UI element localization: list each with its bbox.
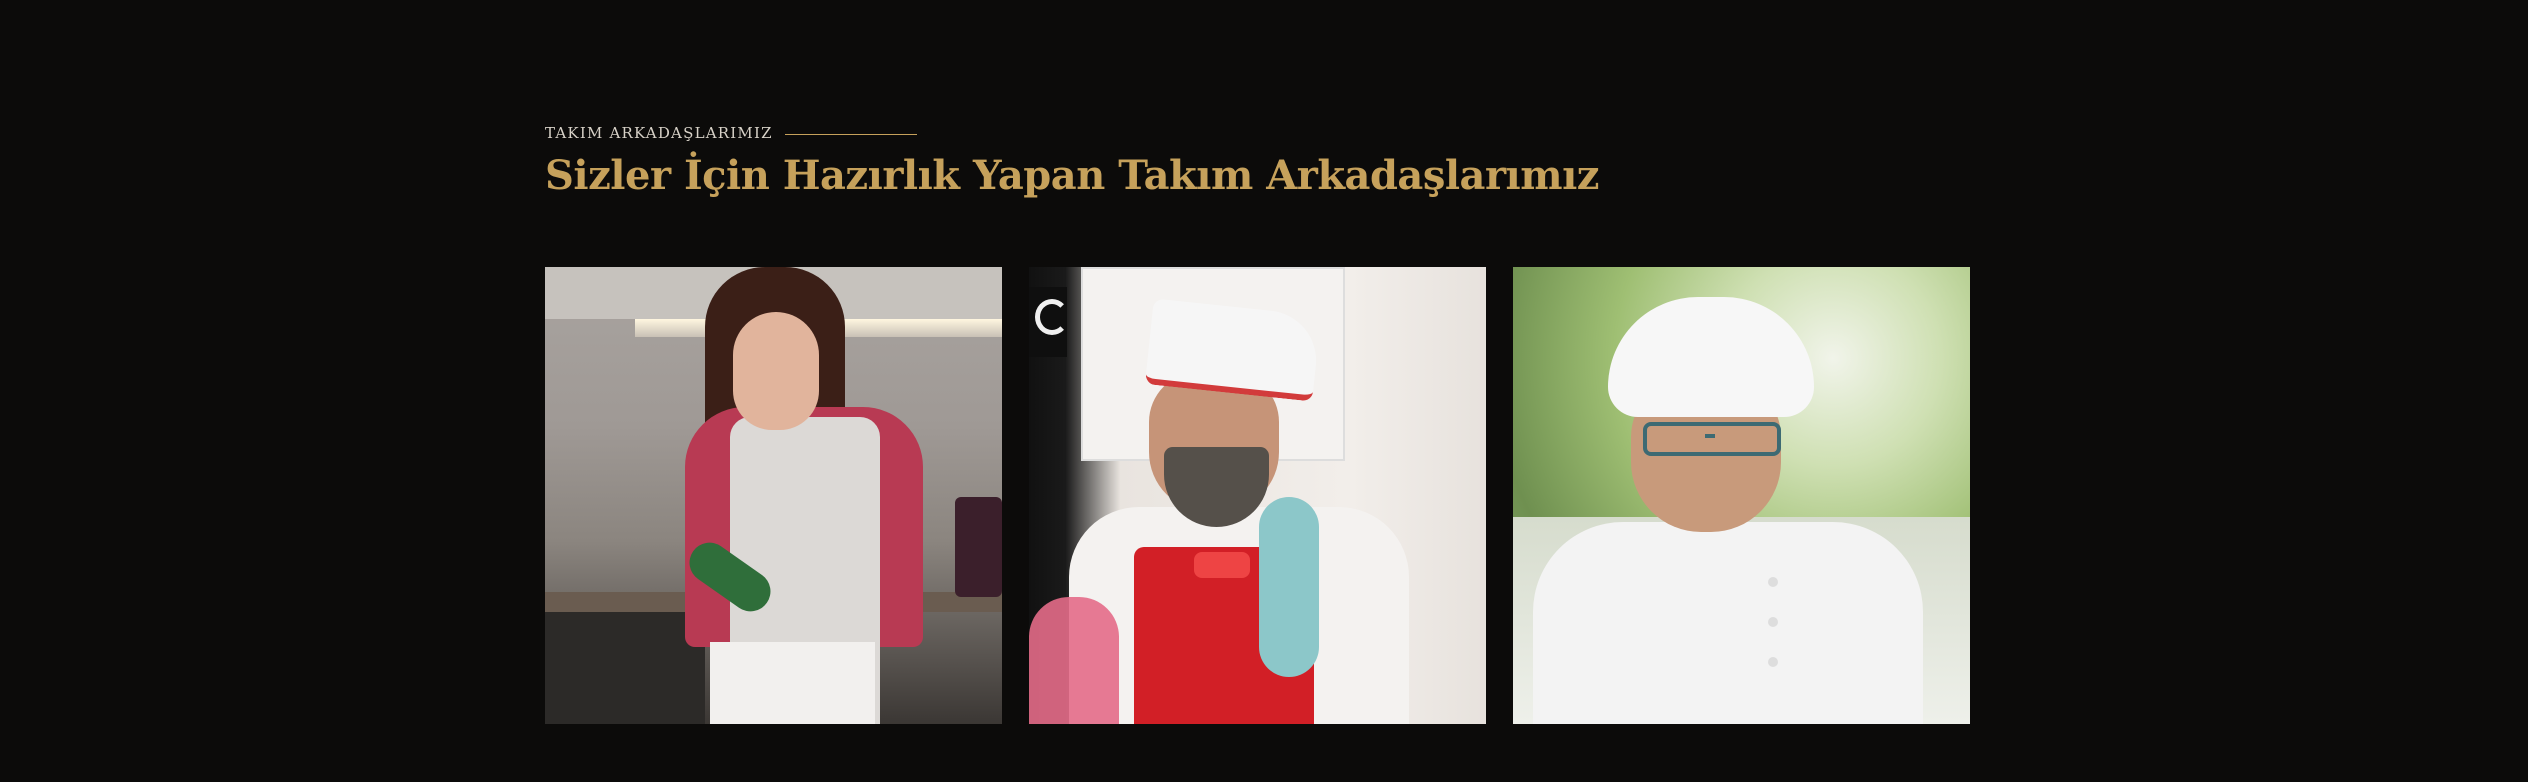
team-section: TAKIM ARKADAŞLARIMIZ Sizler İçin Hazırlı… — [0, 0, 2528, 782]
eyebrow-divider — [784, 133, 917, 135]
eyebrow: TAKIM ARKADAŞLARIMIZ — [545, 124, 1599, 142]
eyebrow-label: TAKIM ARKADAŞLARIMIZ — [545, 124, 773, 142]
team-member-card-3[interactable] — [1513, 267, 1970, 724]
section-header: TAKIM ARKADAŞLARIMIZ Sizler İçin Hazırlı… — [545, 124, 1599, 199]
section-title: Sizler İçin Hazırlık Yapan Takım Arkadaş… — [545, 152, 1599, 199]
team-grid — [545, 267, 1970, 724]
team-member-card-1[interactable] — [545, 267, 1002, 724]
team-member-card-2[interactable] — [1029, 267, 1486, 724]
